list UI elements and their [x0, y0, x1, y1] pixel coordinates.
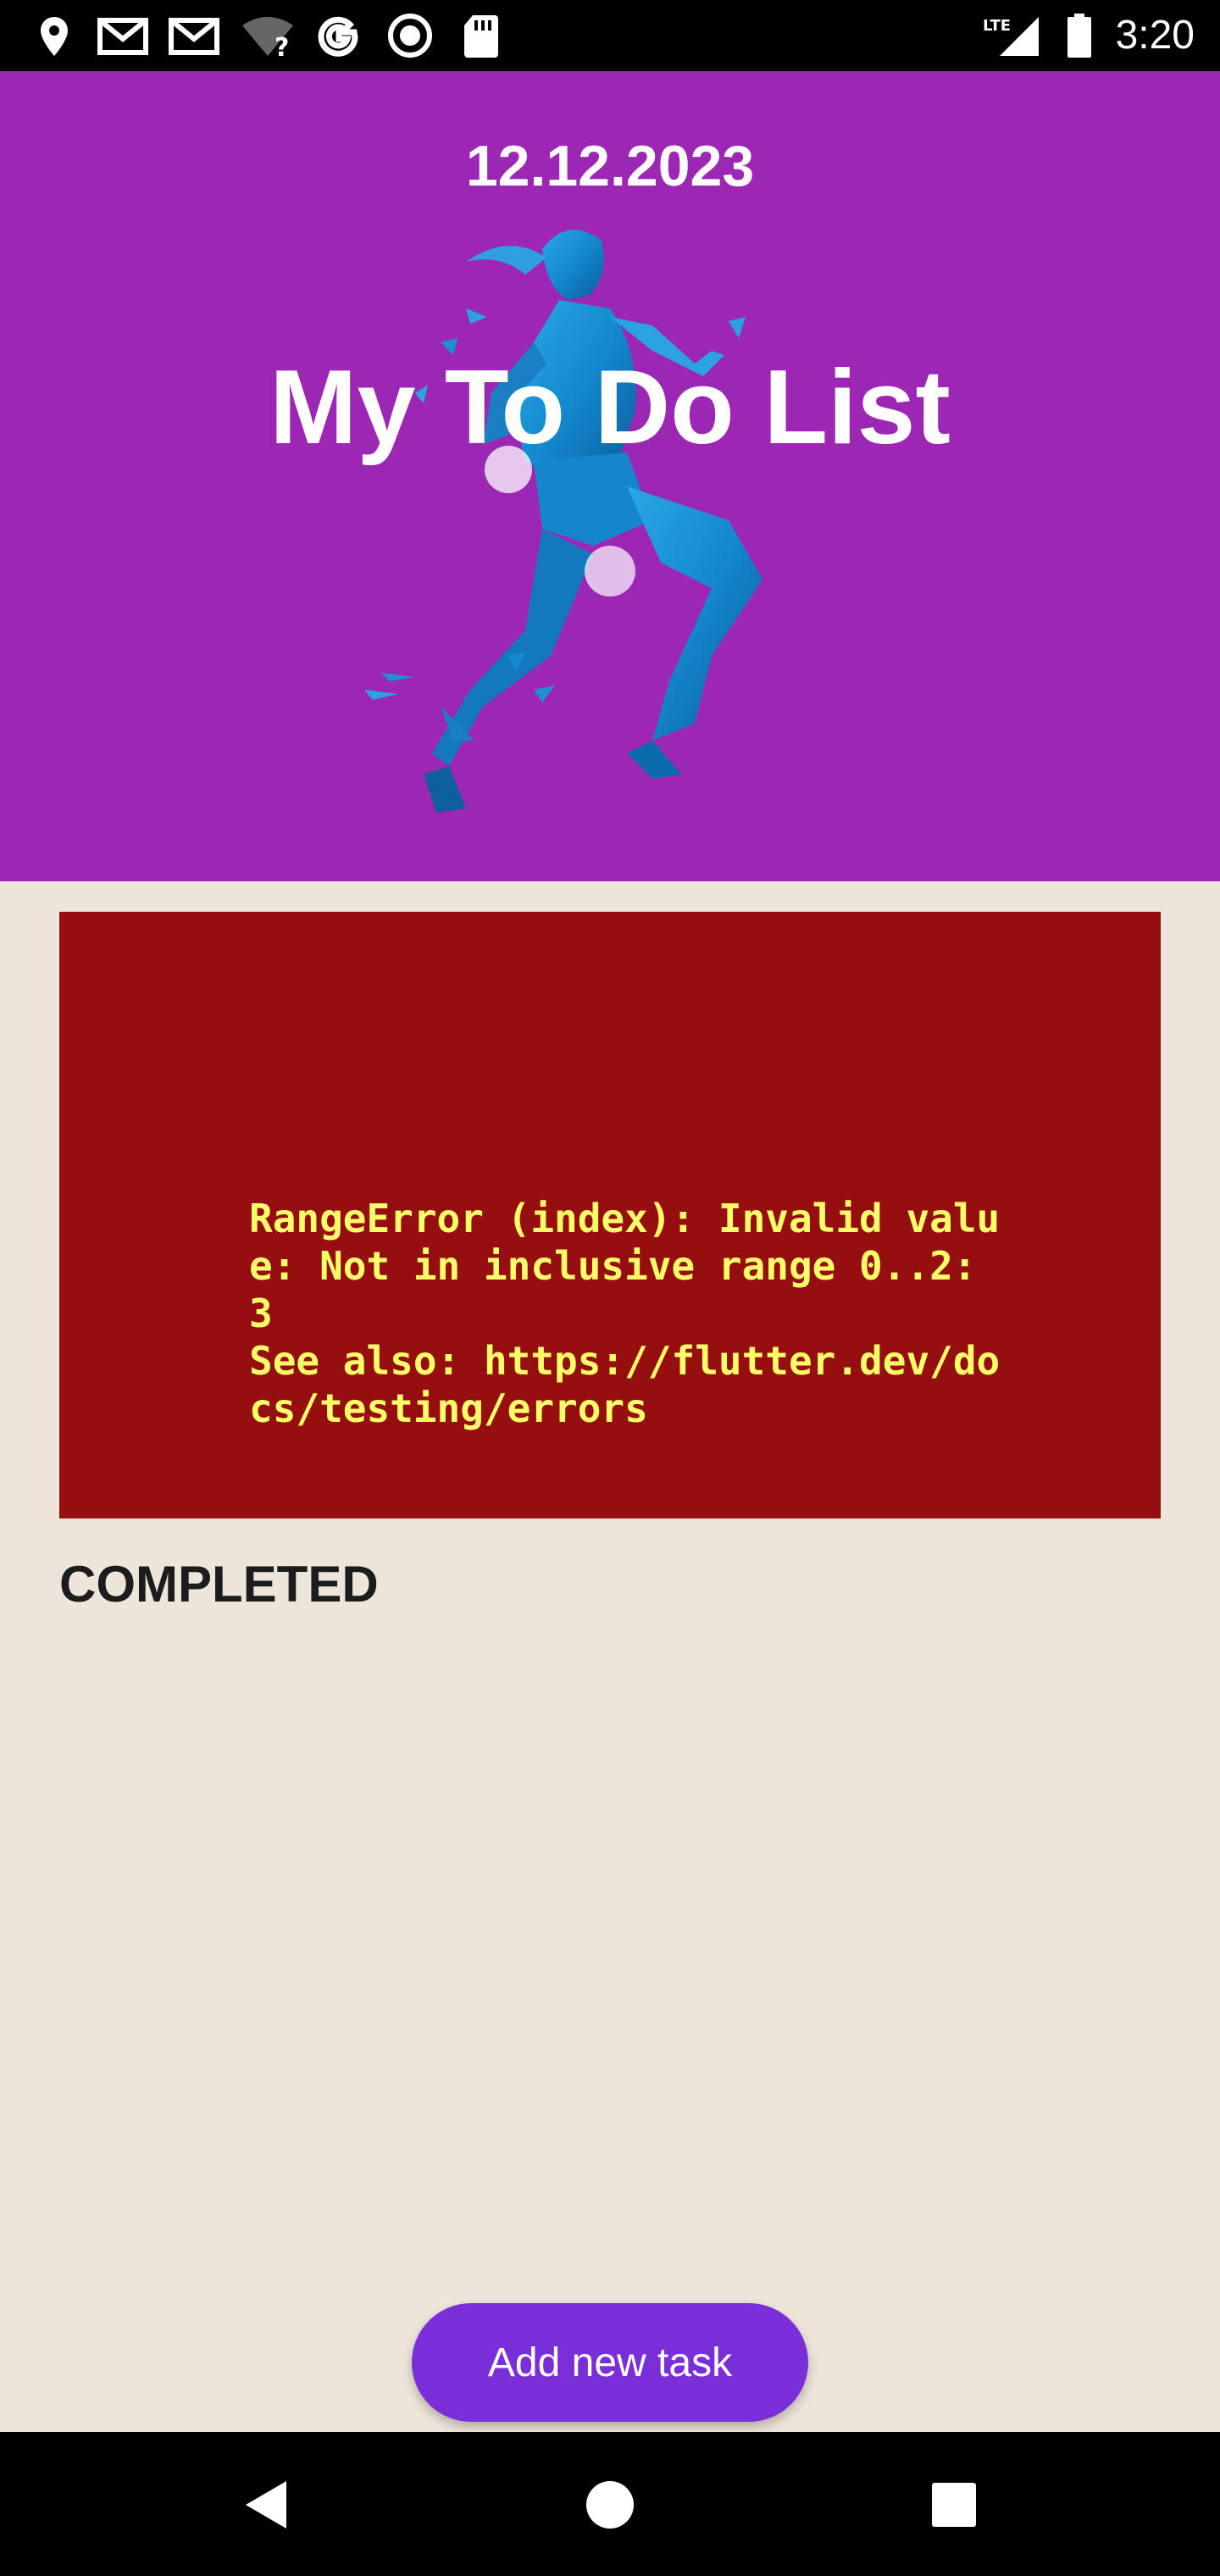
svg-text:?: ?: [274, 33, 289, 59]
battery-icon: [1068, 14, 1091, 58]
lte-signal-icon: LTE: [983, 17, 1039, 56]
date-label: 12.12.2023: [465, 134, 755, 198]
record-icon: [388, 14, 432, 58]
back-icon[interactable]: [227, 2464, 308, 2545]
add-new-task-button[interactable]: Add new task: [412, 2303, 808, 2422]
page-title: My To Do List: [269, 349, 951, 466]
status-time: 3:20: [1115, 13, 1195, 58]
error-widget: RangeError (index): Invalid value: Not i…: [59, 912, 1161, 1518]
google-icon: [318, 16, 358, 57]
wifi-unknown-icon: ?: [242, 17, 293, 59]
network-label: LTE: [983, 17, 1011, 35]
home-icon[interactable]: [569, 2464, 651, 2545]
recents-icon[interactable]: [913, 2464, 995, 2545]
status-bar: ? LTE 3:20: [0, 0, 1220, 71]
header: 12.12.2023 My To Do List: [0, 71, 1220, 881]
error-message: RangeError (index): Invalid value: Not i…: [249, 1196, 1001, 1431]
sd-card-icon: [464, 15, 498, 58]
gmail-icon: [169, 18, 219, 55]
running-woman-illustration: [364, 230, 762, 813]
gmail-icon: [97, 18, 148, 55]
navigation-bar: [0, 2432, 1220, 2576]
location-icon: [41, 17, 68, 56]
completed-heading: COMPLETED: [59, 1556, 379, 1613]
